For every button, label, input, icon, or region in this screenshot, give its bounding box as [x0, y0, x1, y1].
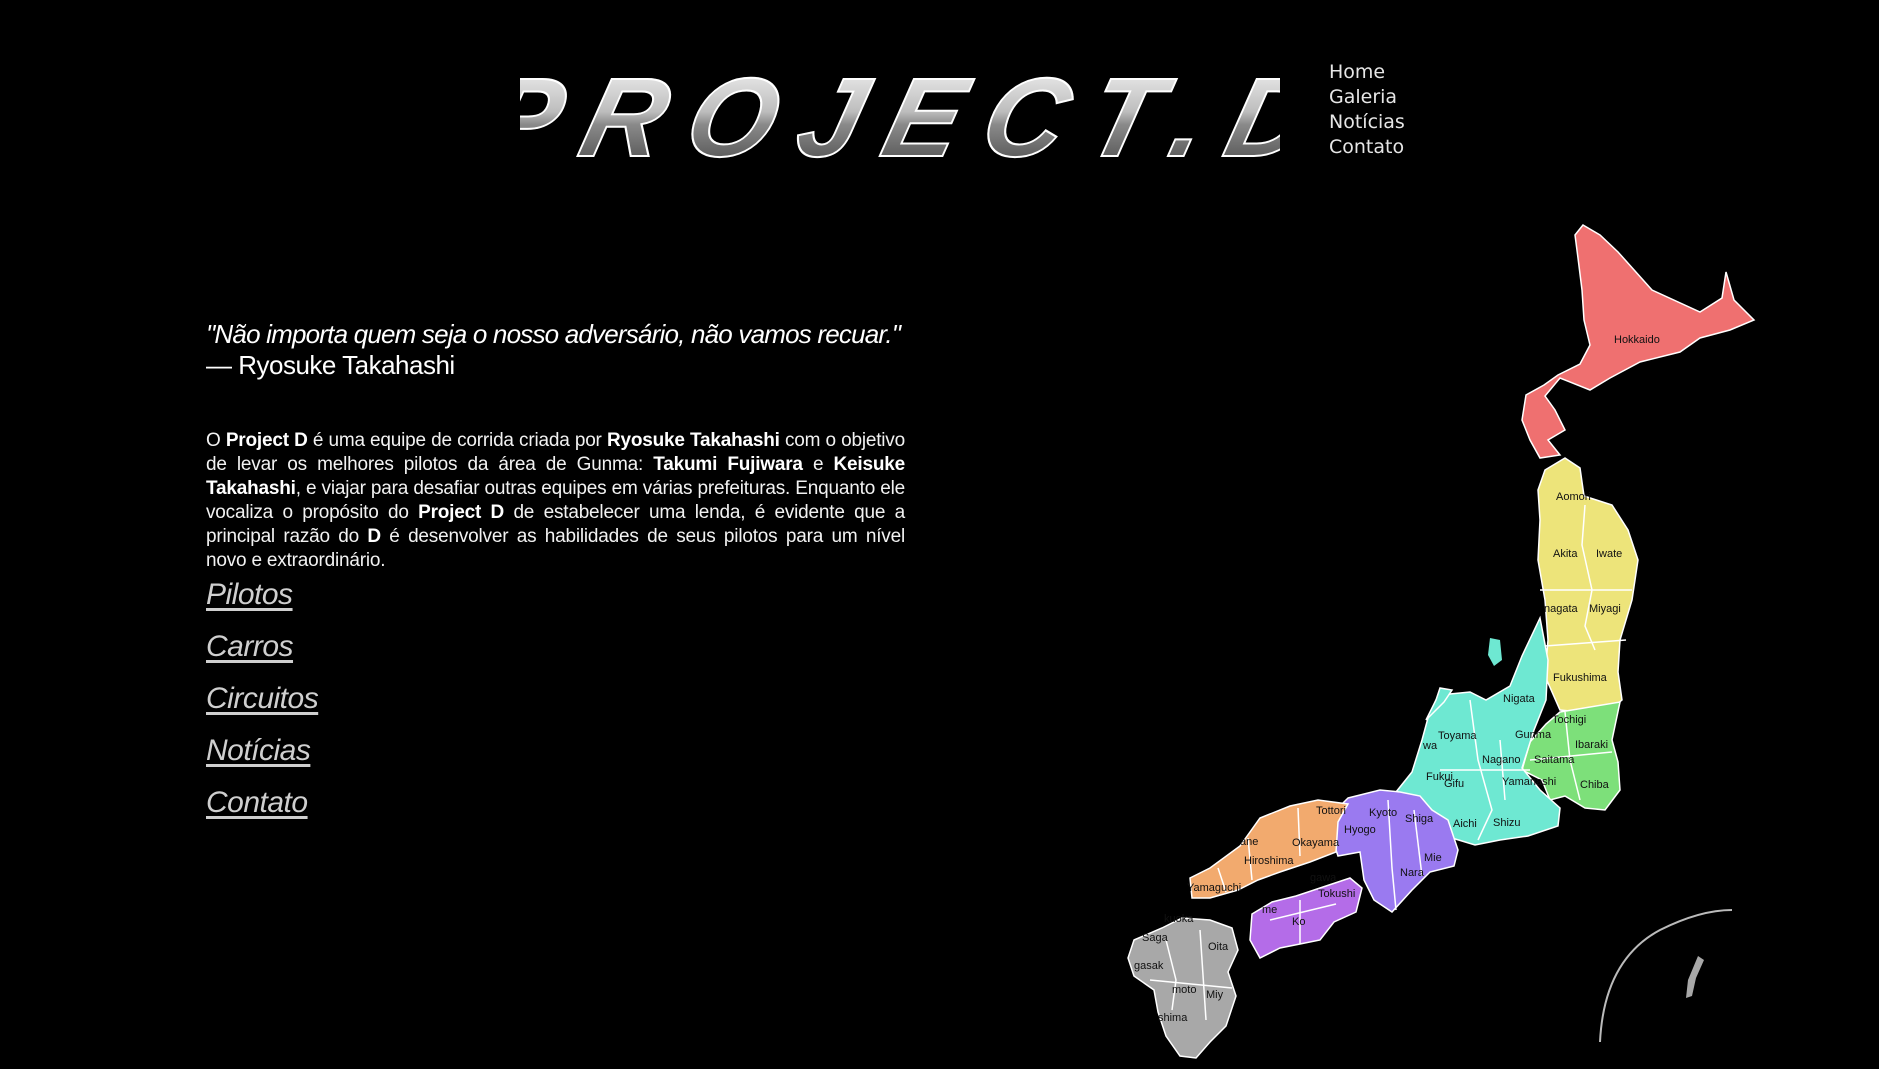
section-link-pilotos[interactable]: Pilotos: [206, 578, 293, 611]
nav-noticias-link[interactable]: Notícias: [1329, 110, 1405, 135]
nav-galeria-link[interactable]: Galeria: [1329, 85, 1405, 110]
map-label-kochi: Ko: [1292, 916, 1305, 928]
island-sado: [1488, 638, 1502, 666]
map-label-ishikawa: wa: [1422, 740, 1438, 752]
map-label-mie: Mie: [1424, 852, 1442, 864]
map-label-tochigi: Tochigi: [1552, 714, 1586, 726]
map-label-chiba: Chiba: [1580, 779, 1610, 791]
map-label-tokushima: Tokushi: [1318, 888, 1355, 900]
nav-home-link[interactable]: Home: [1329, 60, 1405, 85]
map-label-iwate: Iwate: [1596, 548, 1622, 560]
quote-text: "Não importa quem seja o nosso adversári…: [206, 319, 901, 349]
map-label-gunma: Gunma: [1515, 729, 1552, 741]
map-label-yamanashi: Yamanashi: [1502, 776, 1556, 788]
section-link-contato[interactable]: Contato: [206, 786, 308, 819]
section-link-carros[interactable]: Carros: [206, 630, 294, 663]
description-highlight: Project D: [225, 430, 308, 451]
quote-block: "Não importa quem seja o nosso adversári…: [206, 318, 906, 380]
description-text: O: [206, 430, 226, 451]
japan-prefecture-map: Hokkaido Aomori Akita Iwate nagata Miyag…: [1127, 224, 1756, 1059]
map-label-saga: Saga: [1142, 932, 1169, 944]
map-label-miyazaki: Miy: [1206, 989, 1224, 1001]
section-link-circuitos[interactable]: Circuitos: [206, 682, 319, 715]
quote-author: — Ryosuke Takahashi: [206, 350, 455, 380]
map-label-niigata: Nigata: [1503, 693, 1536, 705]
section-link-noticias[interactable]: Notícias: [206, 734, 311, 767]
map-label-yamaguchi: Yamaguchi: [1187, 882, 1241, 894]
map-label-aichi: Aichi: [1453, 818, 1477, 830]
map-label-ibaraki: Ibaraki: [1575, 739, 1608, 751]
map-label-yamagata: nagata: [1544, 603, 1579, 615]
map-label-nara: Nara: [1400, 867, 1425, 879]
description-text: é uma equipe de corrida criada por: [307, 430, 607, 451]
map-label-aomori: Aomori: [1556, 491, 1591, 503]
section-links: Pilotos Carros Circuitos Notícias Contat…: [206, 578, 319, 838]
map-label-nagano: Nagano: [1482, 754, 1521, 766]
map-label-hiroshima: Hiroshima: [1244, 855, 1294, 867]
okinawa-island: [1686, 956, 1704, 998]
project-d-logo[interactable]: PROJECT.D: [520, 48, 1280, 168]
map-label-shimane: ane: [1240, 836, 1258, 848]
map-label-fukushima: Fukushima: [1553, 672, 1608, 684]
map-label-kyoto: Kyoto: [1369, 807, 1397, 819]
map-label-fukuoka: kuoka: [1164, 913, 1194, 925]
map-label-toyama: Toyama: [1438, 730, 1477, 742]
description-text: e: [802, 454, 834, 475]
map-label-miyagi: Miyagi: [1589, 603, 1621, 615]
map-label-hyogo: Hyogo: [1344, 824, 1376, 836]
map-label-kumamoto: moto: [1172, 984, 1196, 996]
map-label-shizuoka: Shizu: [1493, 817, 1521, 829]
description-highlight: Ryosuke Takahashi: [606, 430, 780, 451]
description-highlight: Project D: [418, 502, 505, 523]
description-highlight: Takumi Fujiwara: [653, 454, 803, 475]
description-highlight: D: [367, 526, 381, 547]
map-label-oita: Oita: [1208, 941, 1229, 953]
map-label-okayama: Okayama: [1292, 837, 1340, 849]
map-label-ehime: me: [1262, 904, 1277, 916]
map-label-nagasaki: gasak: [1134, 960, 1164, 972]
map-label-saitama: Saitama: [1534, 754, 1575, 766]
logo-text: PROJECT.D: [520, 56, 1280, 168]
okinawa-inset-frame: [1599, 909, 1733, 1043]
map-label-kagoshima: shima: [1158, 1012, 1188, 1024]
map-label-kagawa: gawa: [1310, 872, 1337, 884]
map-label-tottori: Tottori: [1316, 805, 1346, 817]
map-label-hokkaido: Hokkaido: [1614, 334, 1660, 346]
map-label-gifu: Gifu: [1444, 778, 1464, 790]
map-label-akita: Akita: [1553, 548, 1578, 560]
team-description: O Project D é uma equipe de corrida cria…: [206, 429, 905, 573]
top-navigation: Home Galeria Notícias Contato: [1329, 60, 1405, 160]
nav-contato-link[interactable]: Contato: [1329, 135, 1405, 160]
map-label-shiga: Shiga: [1405, 813, 1434, 825]
